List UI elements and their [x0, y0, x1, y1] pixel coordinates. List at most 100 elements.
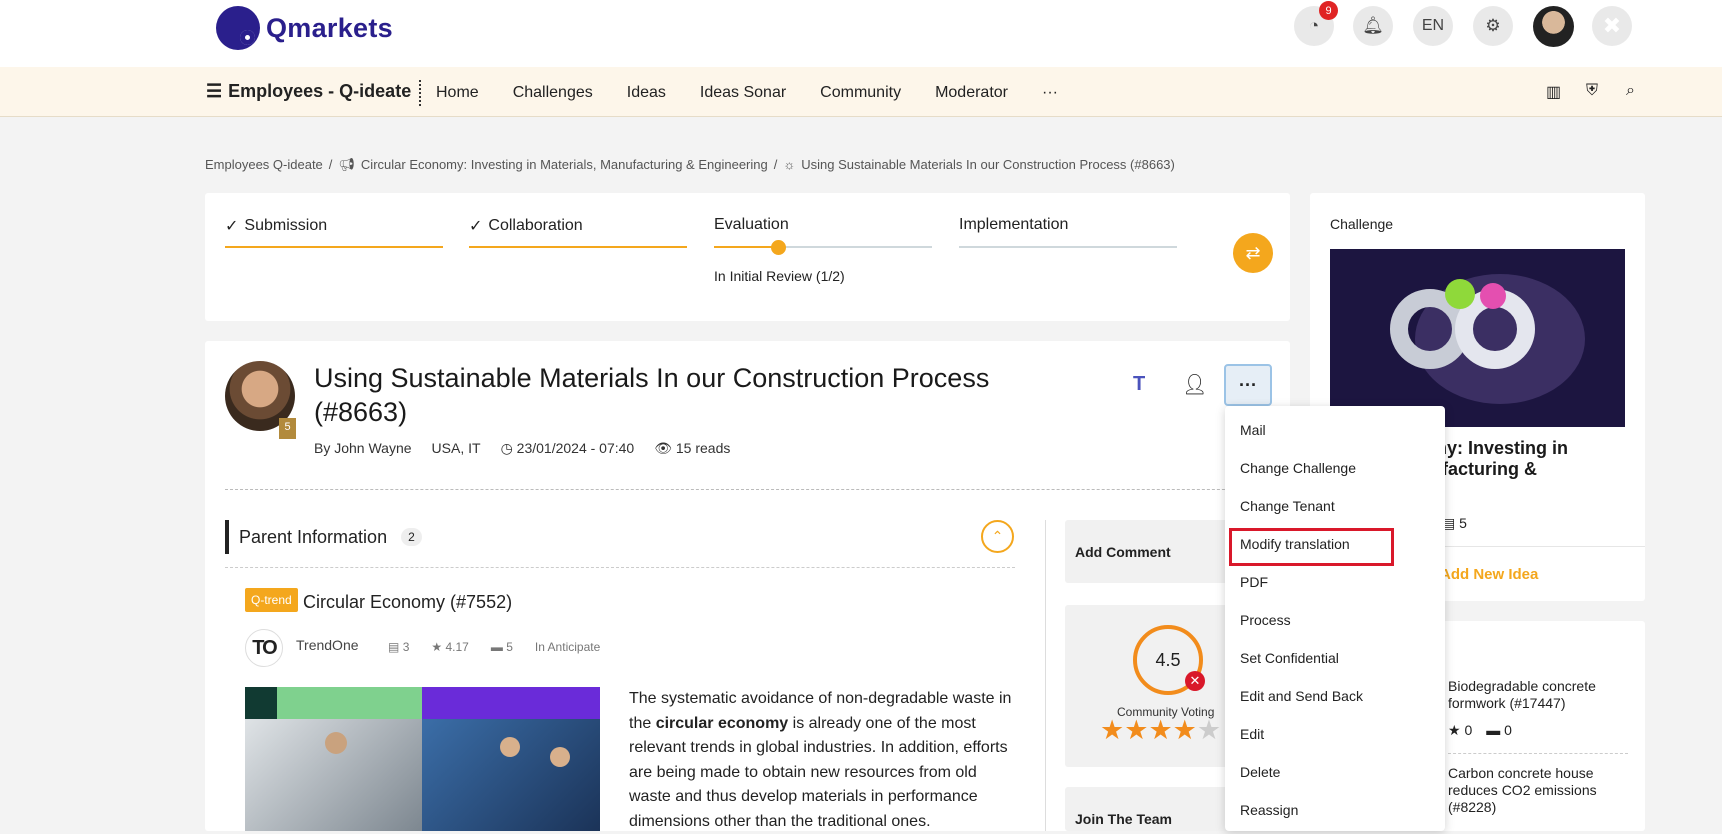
check-icon: ✓ — [469, 218, 483, 235]
check-icon: ✓ — [225, 218, 239, 235]
section-divider — [225, 567, 1015, 568]
community-voting-box: 4.5 ✕ Community Voting ★★★★★ — [1065, 605, 1245, 767]
menu-item-edit[interactable]: Edit — [1240, 726, 1264, 742]
related-idea-title[interactable]: Biodegradable concrete formwork (#17447) — [1448, 678, 1628, 712]
source-name[interactable]: TrendOne — [296, 637, 359, 653]
parent-information-header: Parent Information 2 — [225, 520, 422, 554]
nav-challenges[interactable]: Challenges — [513, 84, 593, 102]
stage-collaboration: ✓ Collaboration — [469, 216, 687, 248]
star-icon[interactable]: ★ — [1124, 715, 1148, 745]
chevron-up-icon: ⌃ — [991, 528, 1004, 544]
join-team-label: Join The Team — [1075, 811, 1172, 827]
trend-image — [245, 687, 600, 831]
challenge-image[interactable] — [1330, 249, 1625, 427]
menu-item-delete[interactable]: Delete — [1240, 764, 1280, 780]
lightbulb-icon: ☼ — [783, 157, 796, 172]
menu-item-set-confidential[interactable]: Set Confidential — [1240, 650, 1339, 666]
nav-ideas-sonar[interactable]: Ideas Sonar — [700, 84, 786, 102]
admin-tools-button[interactable]: ✖ — [1592, 6, 1632, 46]
challenge-ideas-count: ▤ 5 — [1442, 515, 1467, 531]
related-idea-title[interactable]: Carbon concrete house reduces CO2 emissi… — [1448, 765, 1628, 816]
nav-more[interactable]: ··· — [1042, 84, 1058, 102]
star-icon[interactable]: ★ — [1100, 715, 1124, 745]
current-stage-marker — [771, 240, 786, 255]
author-name[interactable]: John Wayne — [334, 440, 411, 456]
phase-text: In Anticipate — [534, 640, 601, 654]
top-bar: Qmarkets ◔ 9 🔔︎ EN ⚙ ✖ — [0, 0, 1722, 67]
comment-icon: ▬ — [490, 640, 503, 654]
nav-ideas[interactable]: Ideas — [627, 84, 666, 102]
activity-button[interactable]: ◔ 9 — [1294, 1, 1338, 46]
menu-item-edit-and-send-back[interactable]: Edit and Send Back — [1240, 688, 1363, 704]
search-icon[interactable]: ⌕ — [1626, 82, 1635, 100]
menu-item-change-challenge[interactable]: Change Challenge — [1240, 460, 1356, 476]
more-actions-button[interactable]: ··· — [1224, 364, 1272, 406]
menu-item-change-tenant[interactable]: Change Tenant — [1240, 498, 1335, 514]
teams-icon[interactable]: T — [1133, 373, 1145, 396]
language-button[interactable]: EN — [1413, 6, 1453, 46]
stage-implementation: Implementation — [959, 216, 1177, 248]
clock-icon: ◷ — [500, 440, 513, 456]
nav-community[interactable]: Community — [820, 84, 901, 102]
stage-status: In Initial Review (1/2) — [714, 268, 845, 284]
eye-icon: 👁︎ — [654, 440, 672, 456]
community-switcher[interactable]: ☰ Employees - Q-ideate — [206, 81, 411, 102]
stage-progress-line — [469, 246, 687, 248]
more-actions-menu: Mail Change Challenge Change Tenant Modi… — [1225, 406, 1445, 831]
header-divider — [225, 489, 1270, 490]
reads-count: 15 reads — [675, 440, 731, 456]
section-title: Parent Information — [239, 526, 388, 547]
user-avatar[interactable] — [1533, 6, 1574, 47]
breadcrumb-idea: Using Sustainable Materials In our Const… — [801, 157, 1175, 172]
activity-badge: 9 — [1319, 1, 1338, 20]
change-phase-button[interactable]: ⇄ — [1233, 233, 1273, 273]
star-icon[interactable]: ★ — [1148, 715, 1172, 745]
stage-progress-line — [225, 246, 443, 248]
star-rating[interactable]: ★★★★★ — [1100, 715, 1221, 746]
menu-item-pdf[interactable]: PDF — [1240, 574, 1268, 590]
stage-progress-line — [959, 246, 1177, 248]
nav-home[interactable]: Home — [436, 84, 479, 102]
remove-vote-icon[interactable]: ✕ — [1185, 671, 1205, 691]
star-icon[interactable]: ★ — [1197, 715, 1221, 745]
rank-badge: 5 — [279, 418, 296, 439]
bell-icon: 🔔︎ — [1362, 16, 1384, 35]
analytics-icon[interactable]: ▥ — [1546, 82, 1561, 102]
swap-arrows-icon: ⇄ — [1245, 242, 1261, 263]
notifications-button[interactable]: 🔔︎ — [1353, 6, 1393, 46]
submission-date: 23/01/2024 - 07:40 — [516, 440, 635, 456]
menu-item-reassign[interactable]: Reassign — [1240, 802, 1298, 818]
menu-icon: ☰ — [206, 81, 223, 101]
follow-user-icon[interactable]: 👤︎ — [1182, 372, 1207, 397]
breadcrumb: Employees Q-ideate / 📢︎ Circular Economy: … — [205, 157, 1175, 173]
nav-divider — [419, 80, 421, 106]
breadcrumb-community[interactable]: Employees Q-ideate — [205, 157, 323, 173]
section-count: 2 — [401, 528, 422, 546]
add-new-idea-link[interactable]: Add New Idea — [1440, 566, 1538, 583]
menu-item-process[interactable]: Process — [1240, 612, 1291, 628]
rating-icon: ★ — [431, 640, 443, 654]
star-icon[interactable]: ★ — [1173, 715, 1197, 745]
idea-title: Using Sustainable Materials In our Const… — [314, 363, 990, 427]
logo-text: Qmarkets — [266, 12, 393, 43]
settings-button[interactable]: ⚙ — [1473, 6, 1513, 46]
add-comment-box[interactable]: Add Comment — [1065, 520, 1245, 583]
nav-moderator[interactable]: Moderator — [935, 84, 1008, 102]
join-team-box[interactable]: Join The Team — [1065, 787, 1245, 831]
logo-mark-icon — [216, 6, 260, 50]
main-navigation: ☰ Employees - Q-ideate Home Challenges I… — [0, 67, 1722, 117]
collapse-section-button[interactable]: ⌃ — [981, 520, 1014, 553]
parent-description: The systematic avoidance of non-degradab… — [629, 690, 1012, 830]
add-comment-label: Add Comment — [1075, 544, 1171, 560]
breadcrumb-challenge[interactable]: Circular Economy: Investing in Materials… — [361, 157, 768, 173]
activity-timer-icon: ◔ — [1308, 16, 1320, 35]
admin-shield-icon[interactable]: ⛨ — [1586, 82, 1598, 100]
gear-icon: ⚙ — [1485, 16, 1501, 35]
highlight-box — [1229, 528, 1394, 566]
process-stages-card: ✓ Submission ✓ Collaboration Evaluation In… — [205, 193, 1290, 321]
related-idea-stats: ★ 0 ▬ 0 — [1448, 722, 1512, 738]
qmarkets-logo[interactable]: Qmarkets — [216, 6, 393, 50]
menu-item-mail[interactable]: Mail — [1240, 422, 1266, 438]
parent-stats: ▤ 3 ★ 4.17 ▬ 5 In Anticipate — [388, 640, 601, 654]
parent-title[interactable]: Circular Economy (#7552) — [303, 592, 512, 613]
